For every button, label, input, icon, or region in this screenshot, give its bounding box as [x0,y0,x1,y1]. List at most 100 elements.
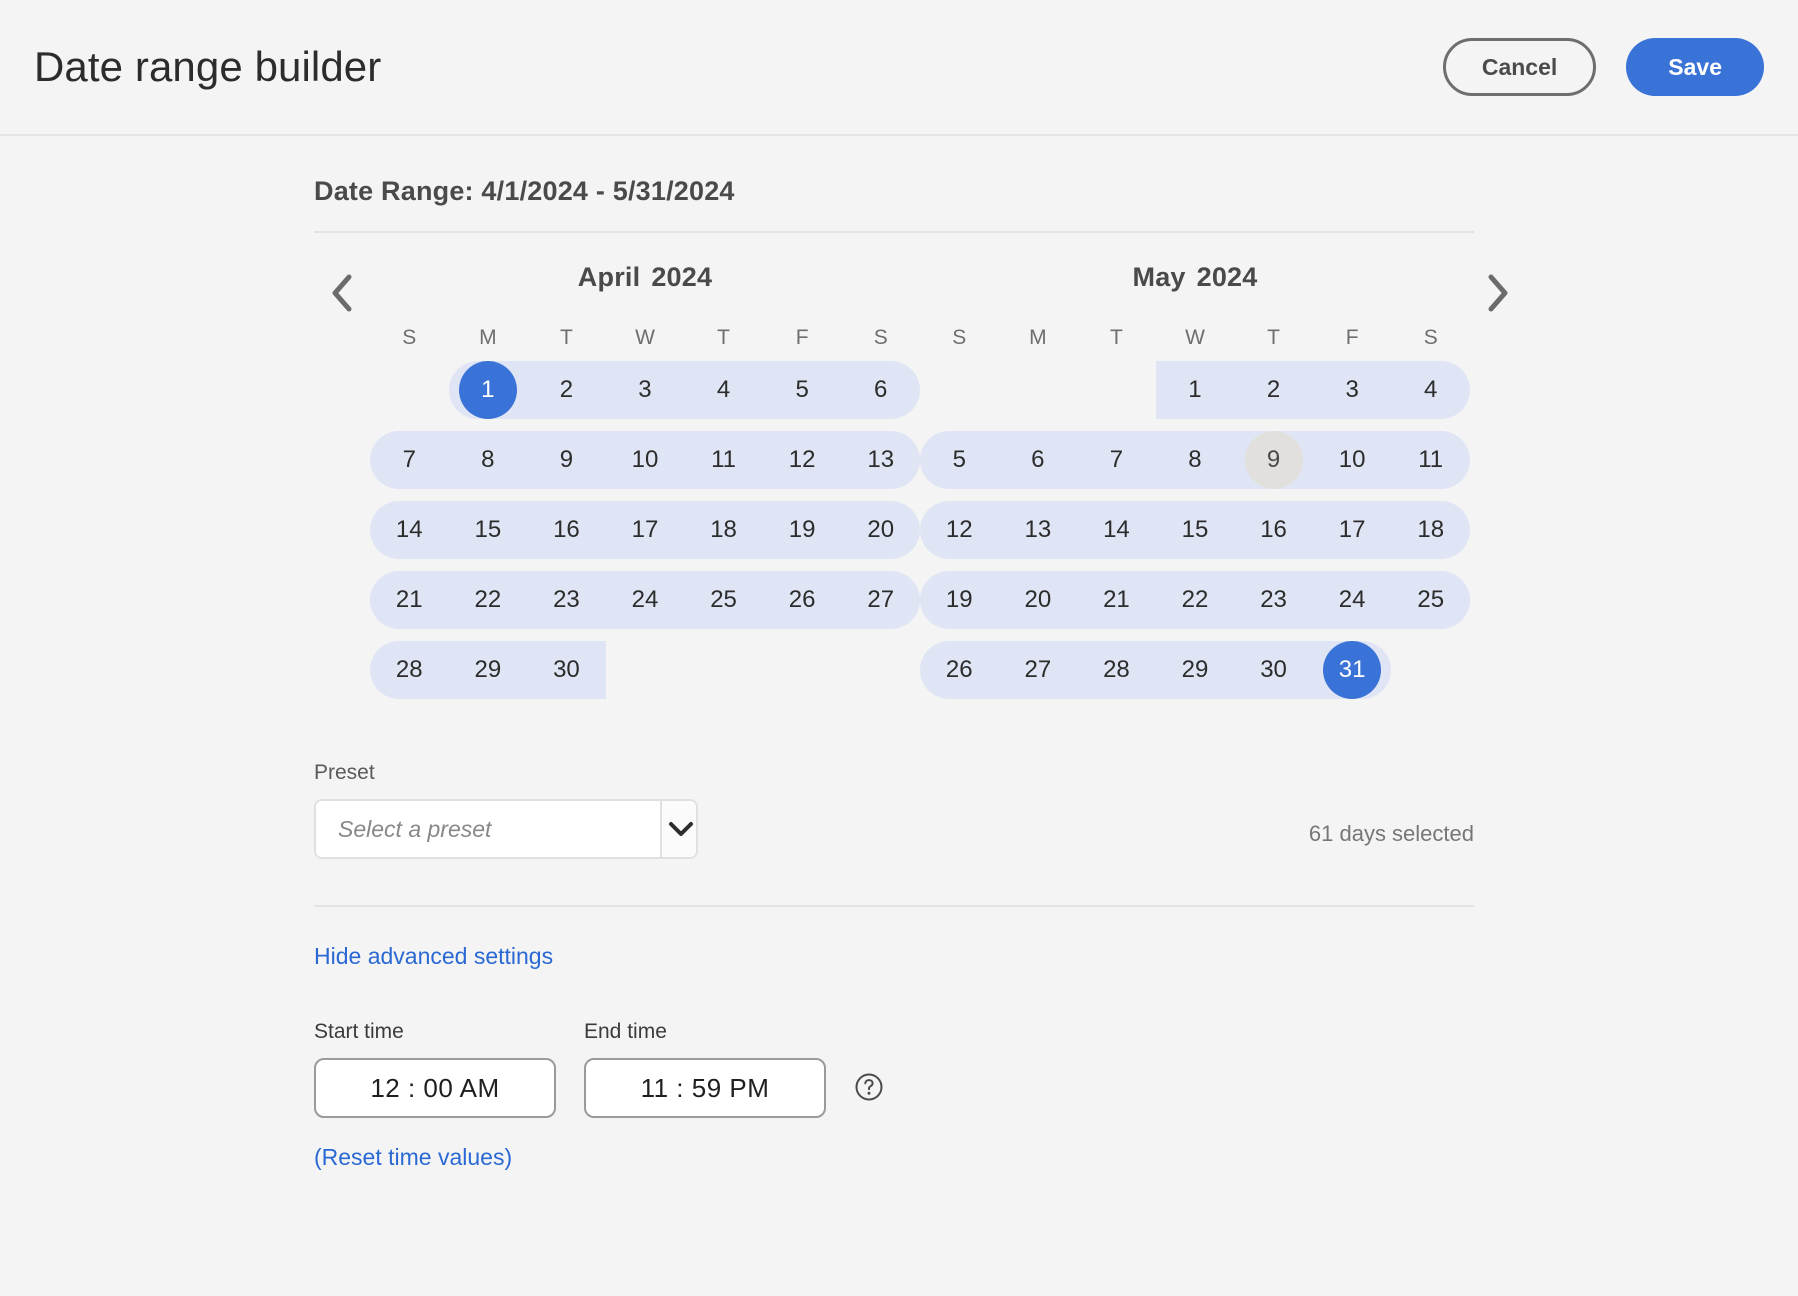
day-of-week-header: T [560,326,573,349]
calendar-day-cell[interactable]: 16 [527,495,606,565]
day-of-week-header: S [873,326,888,349]
calendar-day-cell[interactable]: 25 [684,565,763,635]
calendar-day-cell[interactable]: 8 [448,425,528,495]
calendar-day-cell[interactable]: 6 [841,355,920,425]
calendar-day-number: 4 [1424,376,1438,403]
calendar-day-cell[interactable]: 10 [1312,425,1392,495]
calendar-day-number: 21 [395,586,423,613]
toggle-advanced-settings-link[interactable]: Hide advanced settings [314,943,553,970]
calendar-day-cell[interactable]: 24 [605,565,685,635]
calendar-day-cell[interactable]: 13 [841,425,920,495]
calendar-day-cell[interactable]: 22 [1155,565,1235,635]
end-time-field: End time 11 : 59 PM [584,1020,826,1118]
calendar-day-cell[interactable]: 4 [1391,355,1470,425]
calendar-day-cell[interactable]: 3 [605,355,685,425]
save-button[interactable]: Save [1626,38,1764,96]
calendar-day-cell[interactable]: 21 [370,565,449,635]
calendar-day-number: 25 [710,586,737,613]
calendar-day-cell[interactable]: 12 [920,495,999,565]
calendar-day-number: 11 [711,446,737,473]
calendar-day-cell[interactable]: 25 [1391,565,1470,635]
calendar-day-cell[interactable]: 9 [527,425,606,495]
calendar-day-cell[interactable]: 8 [1155,425,1235,495]
calendar-day-cell[interactable]: 3 [1312,355,1392,425]
calendar-day-number: 1 [458,361,517,419]
calendar-day-cell[interactable]: 2 [527,355,606,425]
calendar-day-cell[interactable]: 27 [841,565,920,635]
calendar-day-empty [920,355,999,425]
calendar-day-cell[interactable]: 23 [1234,565,1313,635]
header-actions: Cancel Save [1442,38,1764,96]
calendar-day-cell[interactable]: 29 [1155,635,1235,705]
calendar-day-number: 30 [1260,656,1287,683]
calendar-day-cell[interactable]: 28 [370,635,449,705]
calendar-day-cell[interactable]: 26 [762,565,842,635]
calendar-day-cell[interactable]: 19 [920,565,999,635]
reset-time-values-link[interactable]: (Reset time values) [314,1144,512,1171]
calendar-day-cell[interactable]: 30 [527,635,606,705]
calendar-day-cell[interactable]: 6 [998,425,1078,495]
preset-combobox[interactable] [314,799,698,859]
calendar-day-cell[interactable]: 13 [998,495,1078,565]
preset-input[interactable] [316,801,660,857]
calendar-day-cell[interactable]: 11 [1391,425,1470,495]
calendar-day-number: 14 [1103,516,1130,543]
date-range-summary: Date Range: 4/1/2024 - 5/31/2024 [314,176,1474,233]
chevron-down-icon[interactable] [660,801,696,857]
calendar-day-cell[interactable]: 27 [998,635,1078,705]
calendar-day-number: 8 [1188,446,1202,473]
calendar-day-cell[interactable]: 19 [762,495,842,565]
calendar-day-cell[interactable]: 30 [1234,635,1313,705]
calendar-week-row: 28 29 30 [370,635,920,705]
calendar-day-cell[interactable]: 21 [1077,565,1156,635]
preset-field: Preset [314,761,698,859]
calendar-day-cell[interactable]: 23 [527,565,606,635]
calendar-day-cell[interactable]: 1 [448,355,528,425]
calendar-day-cell[interactable]: 24 [1312,565,1392,635]
calendar-day-cell[interactable]: 28 [1077,635,1156,705]
calendar-day-cell[interactable]: 17 [1312,495,1392,565]
help-circle-icon[interactable] [854,1072,884,1102]
calendar-day-cell[interactable]: 7 [370,425,449,495]
calendar-day-cell[interactable]: 14 [370,495,449,565]
calendar-day-empty [1077,355,1156,425]
calendar-day-cell[interactable]: 22 [448,565,528,635]
calendar-day-number: 1 [1188,376,1202,403]
calendar-day-empty [999,355,1078,425]
day-of-week-header: M [1029,326,1047,349]
calendar-day-cell[interactable]: 1 [1155,355,1235,425]
calendar-day-cell[interactable]: 18 [684,495,763,565]
calendar-day-cell[interactable]: 5 [762,355,842,425]
calendar-day-number: 7 [1109,446,1124,473]
cancel-button[interactable]: Cancel [1442,38,1597,96]
days-selected-count: 61 days selected [1308,821,1474,846]
calendar-day-cell[interactable]: 16 [1234,495,1313,565]
calendar-day-cell[interactable]: 15 [1155,495,1235,565]
calendar-day-cell[interactable]: 5 [920,425,999,495]
calendar-day-number: 28 [1103,656,1130,683]
calendar-day-cell[interactable]: 7 [1077,425,1156,495]
calendar-day-cell[interactable]: 4 [684,355,763,425]
calendar-day-cell[interactable]: 15 [448,495,528,565]
calendar-day-cell[interactable]: 26 [920,635,999,705]
next-month-icon[interactable] [1470,265,1526,321]
end-time-input[interactable]: 11 : 59 PM [584,1058,826,1118]
calendar-day-cell[interactable]: 31 [1312,635,1392,705]
calendar-day-cell[interactable]: 10 [605,425,685,495]
calendar-day-cell[interactable]: 9 [1234,425,1313,495]
calendar-day-cell[interactable]: 29 [448,635,528,705]
calendar-day-cell[interactable]: 14 [1077,495,1156,565]
calendar-day-cell[interactable]: 20 [998,565,1078,635]
calendar-day-cell[interactable]: 18 [1391,495,1470,565]
previous-month-icon[interactable] [314,265,370,321]
calendar-right-month: May [1132,262,1186,292]
calendar-day-cell[interactable]: 12 [762,425,842,495]
calendar-day-empty [763,635,842,705]
calendar-day-cell[interactable]: 2 [1234,355,1313,425]
calendar-day-cell[interactable]: 17 [605,495,685,565]
calendar-day-number: 2 [559,376,574,403]
calendar-day-cell[interactable]: 20 [841,495,920,565]
calendar-day-number: 22 [474,586,502,613]
calendar-day-cell[interactable]: 11 [684,425,763,495]
start-time-input[interactable]: 12 : 00 AM [314,1058,556,1118]
